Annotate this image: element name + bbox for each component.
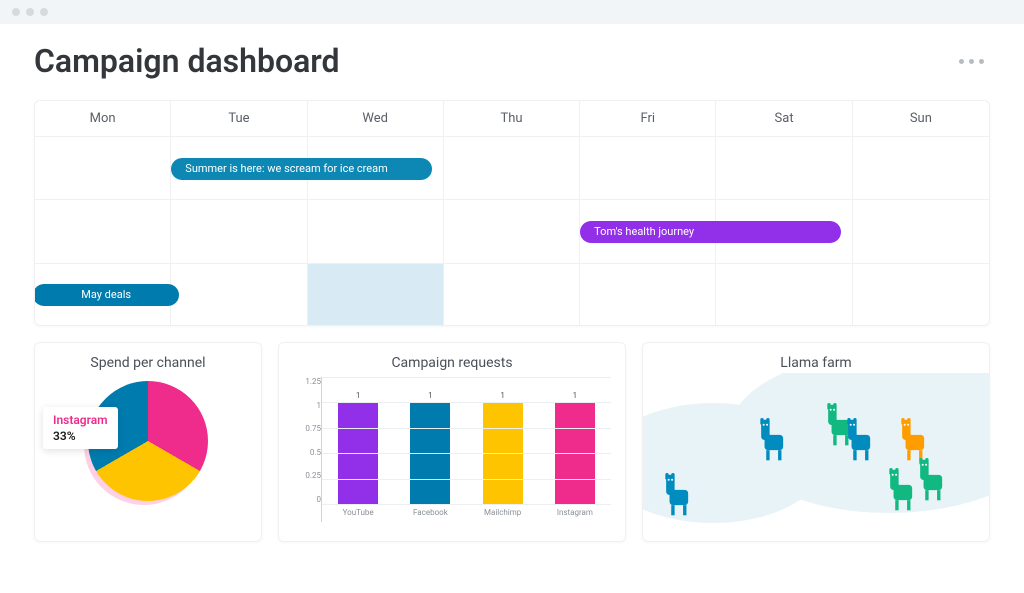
calendar-cell[interactable] <box>580 137 716 200</box>
page-header: Campaign dashboard <box>34 42 990 80</box>
gridline <box>322 453 611 454</box>
calendar-day-header: Thu <box>444 101 580 137</box>
calendar-cell[interactable] <box>171 264 307 326</box>
calendar-day-header: Sat <box>716 101 852 137</box>
bar-y-tick: 0 <box>293 495 321 504</box>
llama-icon[interactable] <box>885 468 919 512</box>
bar-y-tick: 1.25 <box>293 377 321 386</box>
bar-y-tick: 1 <box>293 401 321 410</box>
bar-y-tick: 0.5 <box>293 448 321 457</box>
requests-panel-title: Campaign requests <box>293 355 611 371</box>
bar-value-label: 1 <box>573 391 578 400</box>
gridline <box>322 377 611 378</box>
llama-icon[interactable] <box>897 418 931 462</box>
gridline <box>322 504 611 505</box>
llama-farm-scene[interactable] <box>643 373 989 541</box>
bar-value-label: 1 <box>428 391 433 400</box>
bar-column[interactable]: 1 <box>551 391 599 504</box>
calendar-panel[interactable]: MonTueWedThuFriSatSun Summer is here: we… <box>34 100 990 326</box>
calendar-cell[interactable] <box>444 264 580 326</box>
bar-x-label: YouTube <box>334 505 382 517</box>
bar-y-tick: 0.75 <box>293 424 321 433</box>
calendar-cell[interactable] <box>716 264 852 326</box>
tooltip-series-name: Instagram <box>53 413 108 427</box>
calendar-day-header: Wed <box>308 101 444 137</box>
chrome-dot-icon <box>12 8 20 16</box>
calendar-event[interactable]: Tom's health journey <box>580 221 841 243</box>
bar-x-axis: YouTube Facebook Mailchimp Instagram <box>322 504 611 522</box>
llama-farm-panel: Llama farm <box>642 342 990 542</box>
calendar-cell[interactable] <box>308 264 444 326</box>
bar-x-label: Instagram <box>551 505 599 517</box>
spend-panel: Spend per channel Instagram 33% <box>34 342 262 542</box>
pie-tooltip: Instagram 33% <box>43 407 118 449</box>
dot-icon <box>959 59 964 64</box>
bar-column[interactable]: 1 <box>334 391 382 504</box>
bar-column[interactable]: 1 <box>479 391 527 504</box>
more-options-button[interactable] <box>953 53 990 70</box>
chrome-dot-icon <box>26 8 34 16</box>
llama-farm-title: Llama farm <box>657 355 975 371</box>
calendar-cell[interactable] <box>853 137 989 200</box>
bar-y-tick: 0.25 <box>293 471 321 480</box>
bar-y-axis: 1.25 1 0.75 0.5 0.25 0 <box>293 377 321 522</box>
calendar-day-header: Tue <box>171 101 307 137</box>
calendar-cell[interactable] <box>35 200 171 263</box>
llama-icon[interactable] <box>756 418 790 462</box>
tooltip-series-value: 33% <box>53 429 108 443</box>
calendar-day-header: Sun <box>853 101 989 137</box>
window-chrome <box>0 0 1024 24</box>
bar-value-label: 1 <box>356 391 361 400</box>
calendar-event[interactable]: Summer is here: we scream for ice cream <box>171 158 432 180</box>
calendar-cell[interactable] <box>308 200 444 263</box>
spend-panel-title: Spend per channel <box>49 355 247 371</box>
bar-column[interactable]: 1 <box>406 391 454 504</box>
bar-plot-area: 1 1 1 1 YouTube Facebook Mailchimp Instagram <box>321 377 611 522</box>
calendar-cell[interactable] <box>853 264 989 326</box>
bar-value-label: 1 <box>500 391 505 400</box>
calendar-cell[interactable] <box>580 264 716 326</box>
calendar-day-header: Fri <box>580 101 716 137</box>
dot-icon <box>969 59 974 64</box>
calendar-cell[interactable] <box>171 200 307 263</box>
calendar-cell[interactable] <box>716 137 852 200</box>
llama-icon[interactable] <box>915 458 949 502</box>
dot-icon <box>979 59 984 64</box>
calendar-cell[interactable] <box>444 137 580 200</box>
calendar-cell[interactable] <box>444 200 580 263</box>
calendar-cell[interactable] <box>35 137 171 200</box>
requests-panel: Campaign requests 1.2510.750.50.250 1111… <box>278 342 626 542</box>
chrome-dot-icon <box>40 8 48 16</box>
bar-chart[interactable]: 1.25 1 0.75 0.5 0.25 0 1 1 1 1 YouTube Facebook Ma… <box>293 377 611 522</box>
gridline <box>322 479 611 480</box>
page-title: Campaign dashboard <box>34 42 339 80</box>
llama-icon[interactable] <box>843 418 877 462</box>
gridline <box>322 402 611 403</box>
calendar-day-header: Mon <box>35 101 171 137</box>
calendar-event[interactable]: May deals <box>34 284 179 306</box>
bar-x-label: Facebook <box>406 505 454 517</box>
gridline <box>322 428 611 429</box>
llama-icon[interactable] <box>661 473 695 517</box>
calendar-cell[interactable] <box>853 200 989 263</box>
bar-x-label: Mailchimp <box>479 505 527 517</box>
